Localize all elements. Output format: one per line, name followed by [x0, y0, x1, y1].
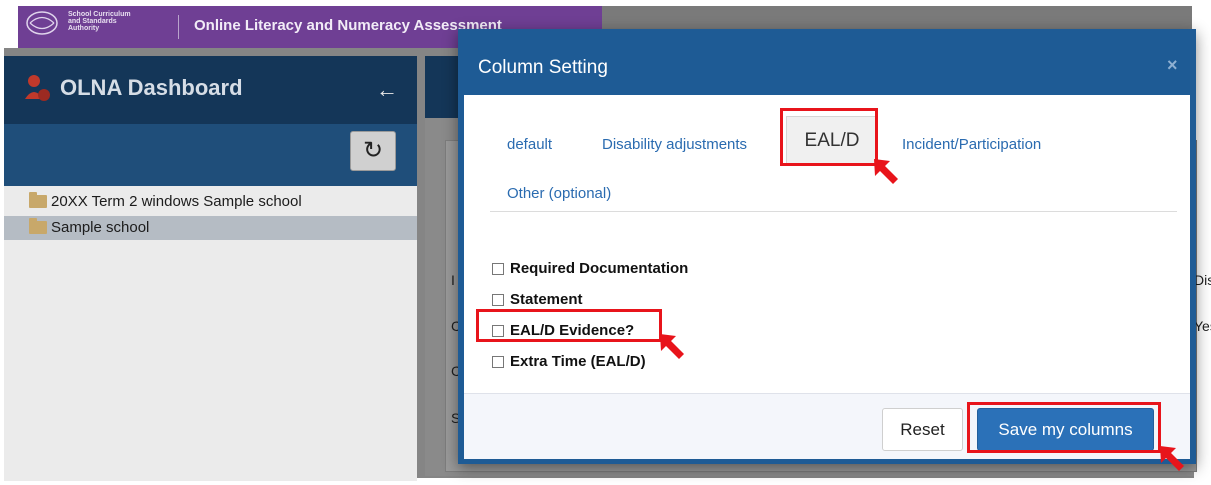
olna-logo-icon: [25, 75, 50, 101]
option-label: Statement: [510, 291, 583, 308]
tab-other-optional[interactable]: Other (optional): [507, 185, 611, 202]
tree-item[interactable]: 20XX Term 2 windows Sample school: [4, 190, 417, 214]
background-row-letter: I: [451, 272, 455, 288]
tab-default[interactable]: default: [507, 136, 552, 153]
screenshot-frame: School Curriculum and Standards Authorit…: [0, 0, 1211, 485]
reset-button[interactable]: Reset: [882, 408, 963, 451]
close-icon[interactable]: ×: [1167, 55, 1178, 76]
sidebar-title: OLNA Dashboard: [60, 75, 243, 100]
annotation-highlight-tab: [780, 108, 878, 166]
annotation-arrow-icon: [1160, 446, 1184, 471]
annotation-arrow-icon: [874, 159, 898, 184]
tab-incident-participation[interactable]: Incident/Participation: [902, 136, 1041, 153]
banner-divider: [178, 15, 179, 39]
sidebar-header: OLNA Dashboard ←: [4, 56, 417, 124]
folder-icon: [29, 192, 47, 208]
annotation-highlight-save: [967, 402, 1161, 453]
checkbox-icon[interactable]: [492, 356, 504, 368]
column-setting-dialog: Column Setting × default Disability adju…: [458, 29, 1196, 464]
dialog-title: Column Setting: [478, 57, 608, 78]
annotation-arrow-icon: [660, 334, 684, 359]
arrow-left-icon[interactable]: ←: [376, 77, 398, 103]
folder-icon: [29, 218, 47, 234]
checkbox-icon[interactable]: [492, 294, 504, 306]
tree-item-label: 20XX Term 2 windows Sample school: [51, 193, 302, 210]
checkbox-icon[interactable]: [492, 263, 504, 275]
background-column-fragment: Dis: [1194, 272, 1211, 288]
dialog-header: Column Setting ×: [464, 35, 1190, 95]
refresh-icon[interactable]: ↻: [350, 131, 396, 171]
sidebar: OLNA Dashboard ← ↻ 20XX Term 2 windows S…: [4, 56, 417, 481]
app-title: Online Literacy and Numeracy Assessment: [194, 17, 502, 34]
tree-item[interactable]: Sample school: [4, 216, 417, 240]
option-label: Required Documentation: [510, 260, 689, 277]
annotation-highlight-option: [476, 309, 662, 342]
logo-text: School Curriculum and Standards Authorit…: [68, 11, 131, 32]
option-label: Extra Time (EAL/D): [510, 353, 646, 370]
tab-disability-adjustments[interactable]: Disability adjustments: [602, 136, 747, 153]
tree-item-label: Sample school: [51, 219, 150, 236]
background-cell-fragment: Yes: [1194, 318, 1211, 334]
tabs-divider: [490, 211, 1177, 212]
crest-logo-icon: [26, 11, 58, 35]
